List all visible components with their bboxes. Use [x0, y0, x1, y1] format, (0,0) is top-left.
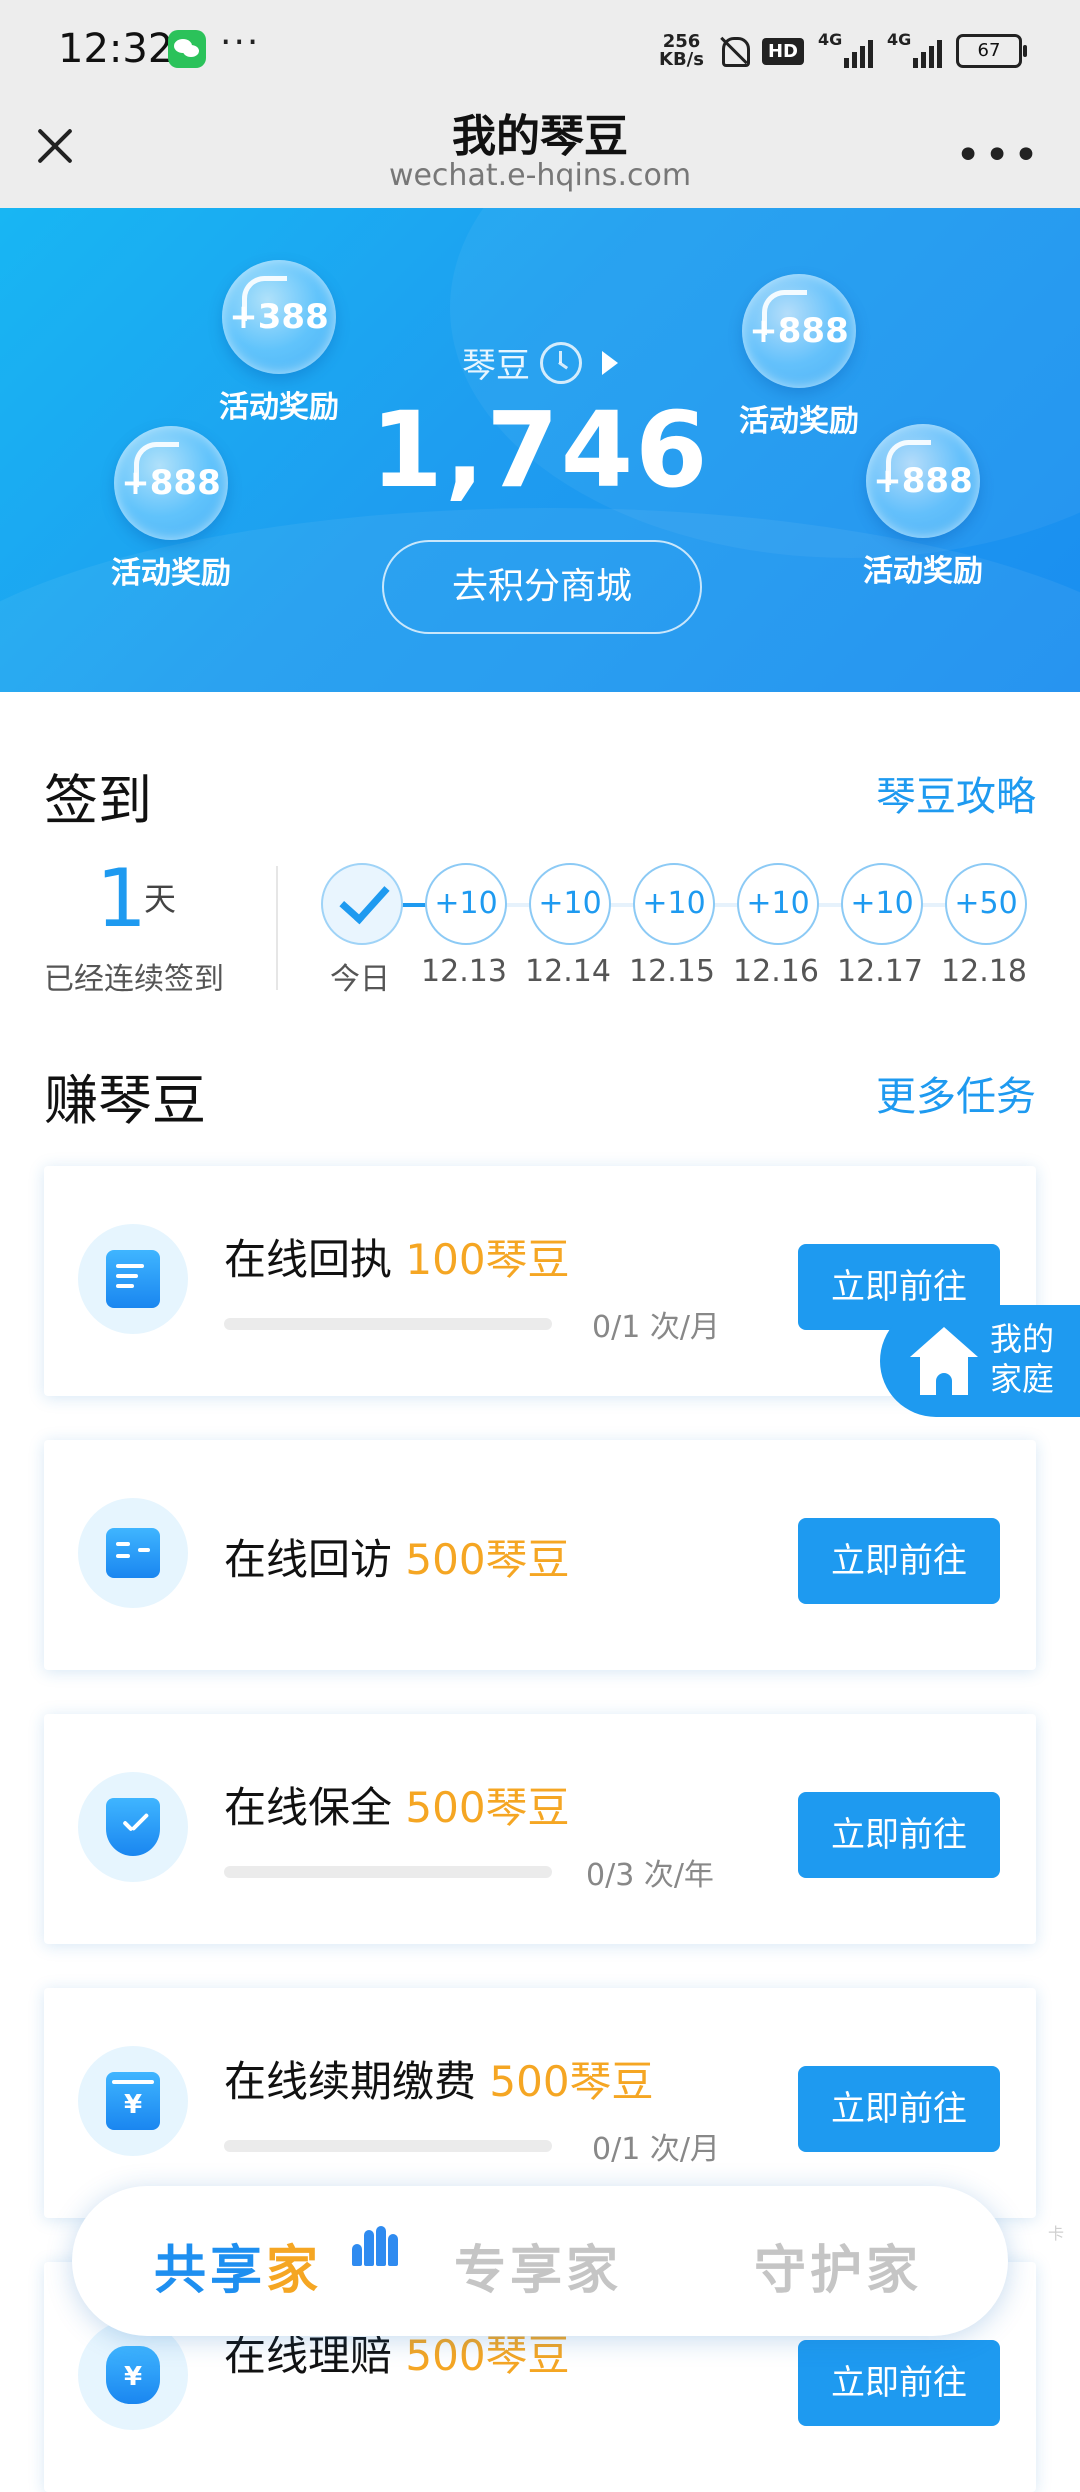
waving-hand-icon [352, 2220, 400, 2266]
signin-day[interactable]: +10 [841, 863, 923, 945]
signin-date: 12.17 [837, 954, 923, 989]
watermark: 卡 [1047, 2224, 1064, 2243]
more-tasks-link[interactable]: 更多任务 [876, 1064, 1036, 1122]
task-go-button[interactable]: 立即前往 [798, 1792, 1000, 1878]
status-indicators: 256 KB/s HD 4G 4G 67 [659, 28, 1027, 74]
task-progress-bar [224, 1318, 552, 1330]
task-card: 在线保全 500琴豆 0/3 次/年 立即前往 [44, 1714, 1036, 1944]
task-name: 在线回执 [224, 1235, 393, 1284]
yuan-box-icon: ¥ [78, 2046, 188, 2156]
battery-icon: 67 [956, 34, 1027, 68]
points-guide-link[interactable]: 琴豆攻略 [876, 764, 1036, 822]
signin-day[interactable]: +10 [529, 863, 611, 945]
points-label: 琴豆 [462, 346, 530, 386]
hd-badge: HD [761, 37, 804, 65]
task-progress-bar [224, 1866, 552, 1878]
more-menu-icon[interactable]: ••• [955, 130, 1042, 181]
signin-day[interactable]: +10 [425, 863, 507, 945]
home-icon [910, 1327, 978, 1397]
signin-date: 今日 [330, 962, 390, 997]
points-hero: +388 活动奖励 +888 活动奖励 +888 活动奖励 +888 活动奖励 … [0, 208, 1080, 692]
task-reward: 500琴豆 [405, 1535, 570, 1584]
task-progress-text: 0/1 次/月 [592, 2132, 720, 2167]
task-name: 在线理赔 [224, 2331, 393, 2380]
signin-day[interactable]: +10 [633, 863, 715, 945]
task-reward: 100琴豆 [405, 1235, 570, 1284]
signal-icon-2: 4G [887, 30, 942, 68]
money-bag-icon: ¥ [78, 2320, 188, 2430]
mute-bell-icon [718, 35, 750, 67]
status-time: 12:32 [58, 26, 174, 72]
task-go-button[interactable]: 立即前往 [798, 2340, 1000, 2426]
earn-title: 赚琴豆 [44, 1069, 206, 1132]
streak-unit: 天 [144, 880, 177, 918]
signin-date: 12.15 [629, 954, 715, 989]
task-progress-text: 0/3 次/年 [586, 1858, 714, 1893]
task-go-button[interactable]: 立即前往 [798, 1518, 1000, 1604]
task-go-button[interactable]: 立即前往 [798, 2066, 1000, 2152]
wechat-notification-icon [168, 30, 206, 68]
network-speed-unit: KB/s [659, 49, 704, 70]
signin-date: 12.14 [525, 954, 611, 989]
task-progress-text: 0/1 次/月 [592, 1310, 720, 1345]
tab-guardian-home[interactable]: 守护家 [754, 2228, 922, 2303]
signin-day[interactable]: +10 [737, 863, 819, 945]
network-type-1: 4G [818, 30, 843, 49]
divider [276, 866, 278, 990]
network-speed: 256 KB/s [659, 33, 704, 69]
streak-label: 已经连续签到 [44, 962, 224, 997]
status-more-icon: ··· [220, 22, 261, 63]
arrow-right-icon [602, 350, 618, 375]
signin-day[interactable]: +50 [945, 863, 1027, 945]
tab-shared-home[interactable]: 共享家 [154, 2226, 398, 2303]
task-reward: 500琴豆 [405, 2331, 570, 2380]
network-type-2: 4G [887, 30, 912, 49]
signin-title: 签到 [44, 769, 152, 832]
task-title: 在线续期缴费 500琴豆 [224, 2048, 654, 2109]
points-summary: 琴豆 1,746 [0, 338, 1080, 511]
task-progress-bar [224, 2140, 552, 2152]
task-title: 在线回访 500琴豆 [224, 1526, 570, 1587]
task-name: 在线保全 [224, 1783, 393, 1832]
status-bar: 12:32 ··· 256 KB/s HD 4G 4G 67 [0, 0, 1080, 100]
points-balance: 1,746 [370, 389, 710, 511]
reward-bubble-label: 活动奖励 [863, 554, 983, 589]
task-name: 在线续期缴费 [224, 2057, 477, 2106]
bottom-tab-bar: 共享家 专享家 守护家 [72, 2186, 1008, 2336]
task-reward: 500琴豆 [489, 2057, 654, 2106]
my-family-button[interactable]: 我的 家庭 [880, 1305, 1080, 1417]
signin-day-today[interactable] [321, 863, 403, 945]
my-family-label: 我的 家庭 [990, 1320, 1055, 1398]
signin-date: 12.18 [941, 954, 1027, 989]
tab-exclusive-home[interactable]: 专享家 [454, 2228, 622, 2303]
signin-date: 12.13 [421, 954, 507, 989]
streak-count: 1 [96, 852, 147, 945]
check-icon [339, 872, 390, 925]
page-title: 我的琴豆 [452, 111, 628, 162]
page-url: wechat.e-hqins.com [388, 158, 692, 193]
task-reward: 500琴豆 [405, 1783, 570, 1832]
signin-date: 12.16 [733, 954, 819, 989]
task-name: 在线回访 [224, 1535, 393, 1584]
task-card: 在线回访 500琴豆 立即前往 [44, 1440, 1036, 1670]
clock-icon [540, 341, 582, 384]
reward-bubble-label: 活动奖励 [111, 556, 231, 591]
id-card-icon [78, 1498, 188, 1608]
signal-icon-1: 4G [818, 30, 873, 68]
task-card: ¥ 在线续期缴费 500琴豆 0/1 次/月 立即前往 [44, 1988, 1036, 2218]
document-check-icon [78, 1224, 188, 1334]
points-mall-button[interactable]: 去积分商城 [382, 540, 702, 634]
task-title: 在线回执 100琴豆 [224, 1226, 570, 1287]
points-history-link[interactable]: 琴豆 [0, 338, 1080, 387]
task-title: 在线保全 500琴豆 [224, 1774, 570, 1835]
shield-check-icon [78, 1772, 188, 1882]
title-bar: 我的琴豆 wechat.e-hqins.com ••• [0, 100, 1080, 208]
